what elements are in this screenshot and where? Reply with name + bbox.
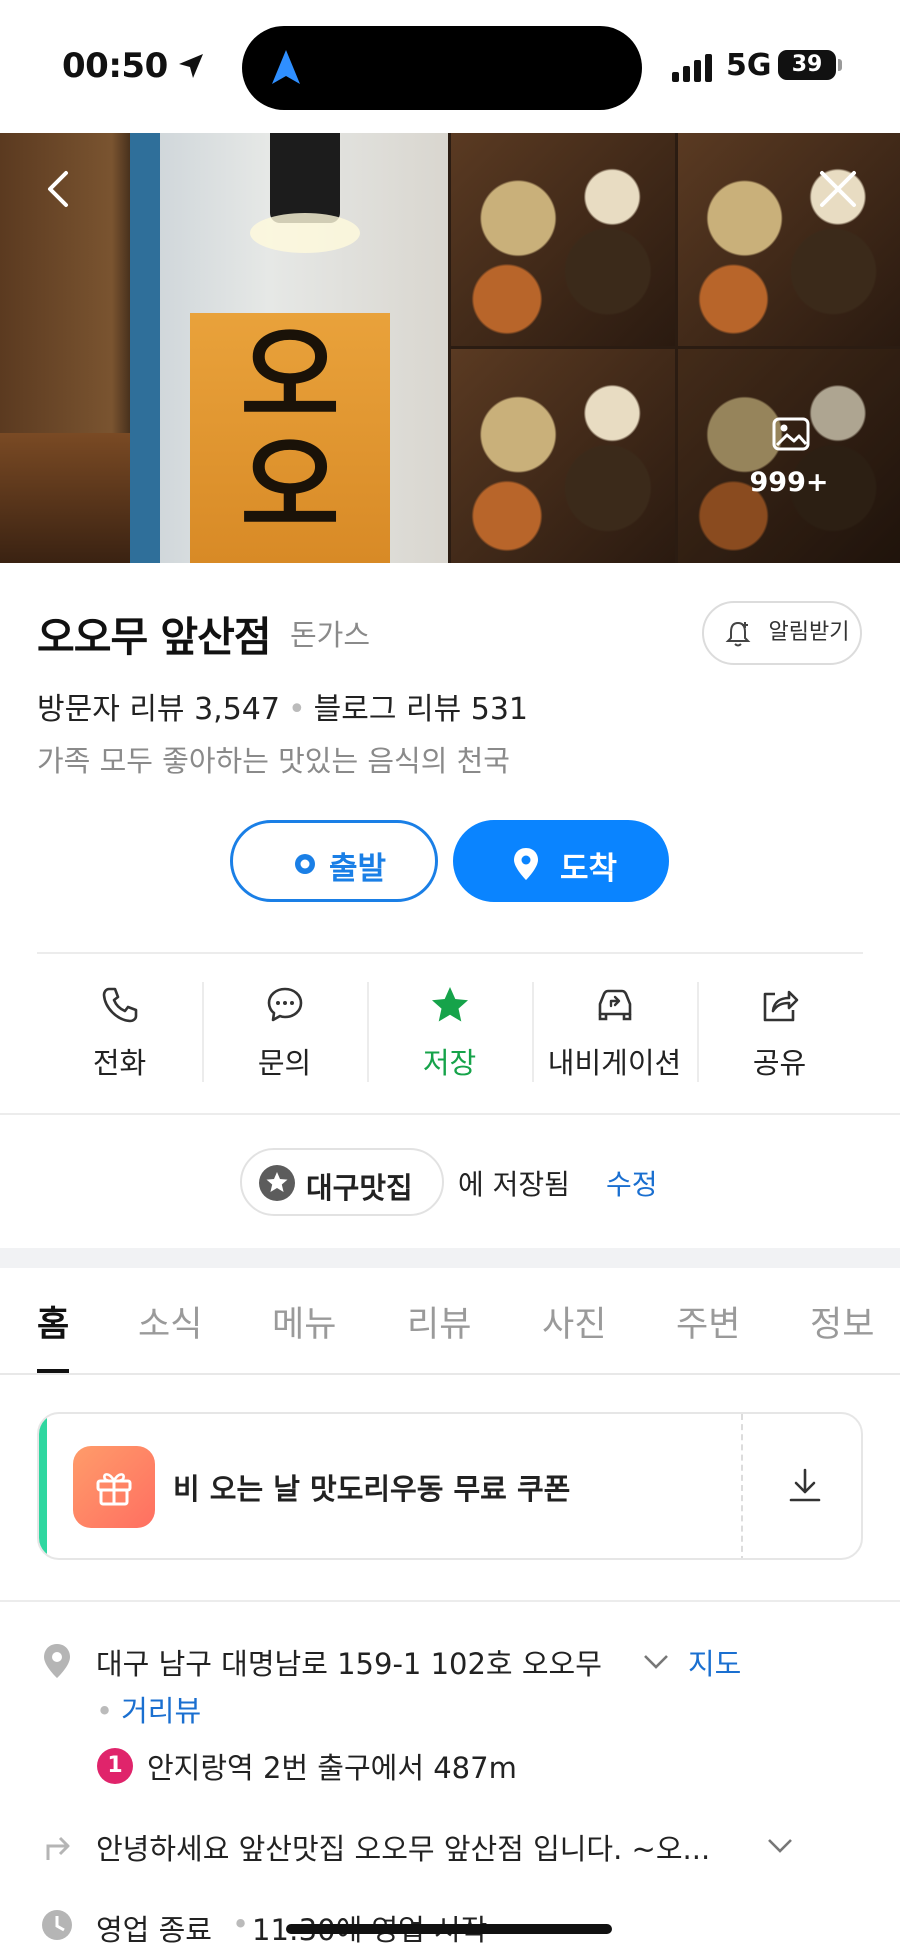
food-photo-more[interactable]: 999+ bbox=[678, 349, 900, 563]
subway-directions: 안지랑역 2번 출구에서 487m bbox=[147, 1751, 517, 1785]
car-icon bbox=[598, 989, 632, 1021]
status-time: 00:50 bbox=[62, 46, 168, 86]
arrive-label: 도착 bbox=[560, 851, 618, 887]
address-text: 대구 남구 대명남로 159-1 102호 오오무 bbox=[96, 1647, 602, 1681]
blog-reviews-link[interactable]: 블로그 리뷰 531 bbox=[314, 692, 528, 727]
tab-home[interactable]: 홈 bbox=[37, 1296, 69, 1347]
inquiry-action[interactable]: 문의 bbox=[202, 976, 367, 1086]
chevron-left-icon[interactable] bbox=[32, 161, 88, 217]
food-photo-2[interactable] bbox=[678, 133, 900, 346]
tab-bar: 홈 소식 메뉴 리뷰 사진 주변 정보 bbox=[0, 1268, 900, 1374]
place-category: 돈가스 bbox=[290, 618, 371, 652]
close-icon[interactable] bbox=[810, 161, 866, 217]
visitor-reviews-link[interactable]: 방문자 리뷰 3,547 bbox=[37, 692, 280, 727]
coupon-card[interactable]: 비 오는 날 맛도리우동 무료 쿠폰 bbox=[37, 1412, 863, 1560]
coupon-label: 비 오는 날 맛도리우동 무료 쿠폰 bbox=[173, 1472, 571, 1506]
share-icon bbox=[763, 990, 799, 1022]
phone-icon bbox=[102, 987, 138, 1023]
depart-label: 출발 bbox=[329, 851, 387, 887]
food-photo-3[interactable] bbox=[451, 349, 675, 563]
notification-label: 알림받기 bbox=[768, 620, 850, 645]
photo-lamp-glow bbox=[250, 213, 360, 253]
tab-bar-border bbox=[0, 1373, 900, 1375]
photo-pillar bbox=[130, 133, 160, 563]
tab-news[interactable]: 소식 bbox=[138, 1296, 202, 1347]
place-tagline: 가족 모두 좋아하는 맛있는 음식의 천국 bbox=[37, 744, 510, 778]
location-pin-icon bbox=[44, 1644, 70, 1678]
tab-nearby[interactable]: 주변 bbox=[676, 1296, 740, 1347]
roadview-row: • 거리뷰 bbox=[96, 1688, 201, 1730]
map-link[interactable]: 지도 bbox=[688, 1641, 741, 1683]
review-summary: 방문자 리뷰 3,547 • 블로그 리뷰 531 bbox=[37, 684, 528, 728]
star-icon bbox=[432, 987, 468, 1022]
photo-gallery: 오 오 999+ bbox=[0, 133, 900, 563]
chat-icon bbox=[267, 987, 303, 1022]
map-pin-icon bbox=[514, 848, 538, 880]
tab-reviews[interactable]: 리뷰 bbox=[407, 1296, 471, 1347]
tab-menu[interactable]: 메뉴 bbox=[272, 1296, 336, 1347]
bell-icon bbox=[725, 621, 751, 647]
share-label: 공유 bbox=[752, 1046, 807, 1080]
save-action[interactable]: 저장 bbox=[367, 976, 532, 1086]
coupon-perforation bbox=[741, 1414, 743, 1558]
arrive-button[interactable]: 도착 bbox=[453, 820, 669, 902]
photo-interior bbox=[0, 433, 130, 563]
inquiry-label: 문의 bbox=[257, 1046, 312, 1080]
saved-list-name: 대구맛집 bbox=[306, 1171, 413, 1205]
place-description: 안녕하세요 앞산맛집 오오무 앞산점 입니다. ~오... bbox=[96, 1832, 711, 1866]
navigation-action[interactable]: 내비게이션 bbox=[532, 976, 697, 1086]
clock-icon bbox=[42, 1910, 72, 1940]
notification-button[interactable]: 알림받기 bbox=[702, 601, 862, 665]
saved-status-text: 에 저장됨 bbox=[458, 1168, 570, 1201]
hours-separator: • bbox=[232, 1907, 250, 1941]
saved-list-pill[interactable]: 대구맛집 bbox=[240, 1148, 444, 1216]
image-icon bbox=[772, 417, 810, 451]
call-action[interactable]: 전화 bbox=[37, 976, 202, 1086]
battery-indicator: 39 bbox=[778, 50, 836, 80]
navigation-icon bbox=[272, 50, 300, 84]
coupon-accent bbox=[39, 1414, 47, 1558]
sign-text-bottom: 오 bbox=[240, 425, 340, 550]
tab-info[interactable]: 정보 bbox=[810, 1296, 874, 1347]
depart-button[interactable]: 출발 bbox=[230, 820, 438, 902]
sign-text-top: 오 bbox=[240, 315, 340, 440]
roadview-bullet: • bbox=[96, 1694, 114, 1728]
share-action[interactable]: 공유 bbox=[697, 976, 862, 1086]
edit-saved-link[interactable]: 수정 bbox=[606, 1163, 658, 1203]
chevron-down-icon[interactable] bbox=[642, 1653, 670, 1671]
subway-line-badge: 1 bbox=[97, 1748, 133, 1784]
gift-icon bbox=[73, 1446, 155, 1528]
photo-count: 999+ bbox=[749, 467, 829, 498]
signal-icon bbox=[672, 54, 712, 82]
call-label: 전화 bbox=[92, 1046, 147, 1080]
battery-tip bbox=[838, 59, 842, 71]
dynamic-island bbox=[242, 26, 642, 110]
network-type: 5G bbox=[726, 48, 772, 83]
saved-list-icon bbox=[259, 1165, 295, 1201]
action-row: 전화 문의 저장 내비게이션 공유 bbox=[37, 976, 863, 1086]
place-name: 오오무 앞산점 bbox=[37, 613, 272, 661]
origin-dot-icon bbox=[295, 854, 315, 874]
roadview-link[interactable]: 거리뷰 bbox=[121, 1694, 201, 1728]
tab-photos[interactable]: 사진 bbox=[542, 1296, 606, 1347]
section-divider bbox=[0, 1600, 900, 1602]
food-photo-1[interactable] bbox=[451, 133, 675, 346]
section-gap bbox=[0, 1248, 900, 1268]
status-bar: 00:50 5G 39 bbox=[0, 0, 900, 133]
star-icon bbox=[266, 1172, 288, 1192]
save-label: 저장 bbox=[422, 1046, 477, 1080]
navigation-label: 내비게이션 bbox=[547, 1046, 682, 1080]
download-icon[interactable] bbox=[785, 1466, 825, 1506]
photo-lamp bbox=[270, 133, 340, 223]
wooden-sign: 오 오 bbox=[190, 313, 390, 563]
chevron-down-icon[interactable] bbox=[766, 1837, 794, 1855]
gift-glyph bbox=[96, 1473, 132, 1506]
location-arrow-icon bbox=[179, 54, 203, 78]
separator-dot: • bbox=[287, 692, 306, 727]
home-indicator bbox=[286, 1924, 612, 1934]
turn-arrow-icon bbox=[46, 1836, 70, 1860]
section-divider bbox=[0, 1113, 900, 1115]
divider bbox=[37, 952, 863, 954]
business-status: 영업 종료 bbox=[96, 1913, 212, 1947]
